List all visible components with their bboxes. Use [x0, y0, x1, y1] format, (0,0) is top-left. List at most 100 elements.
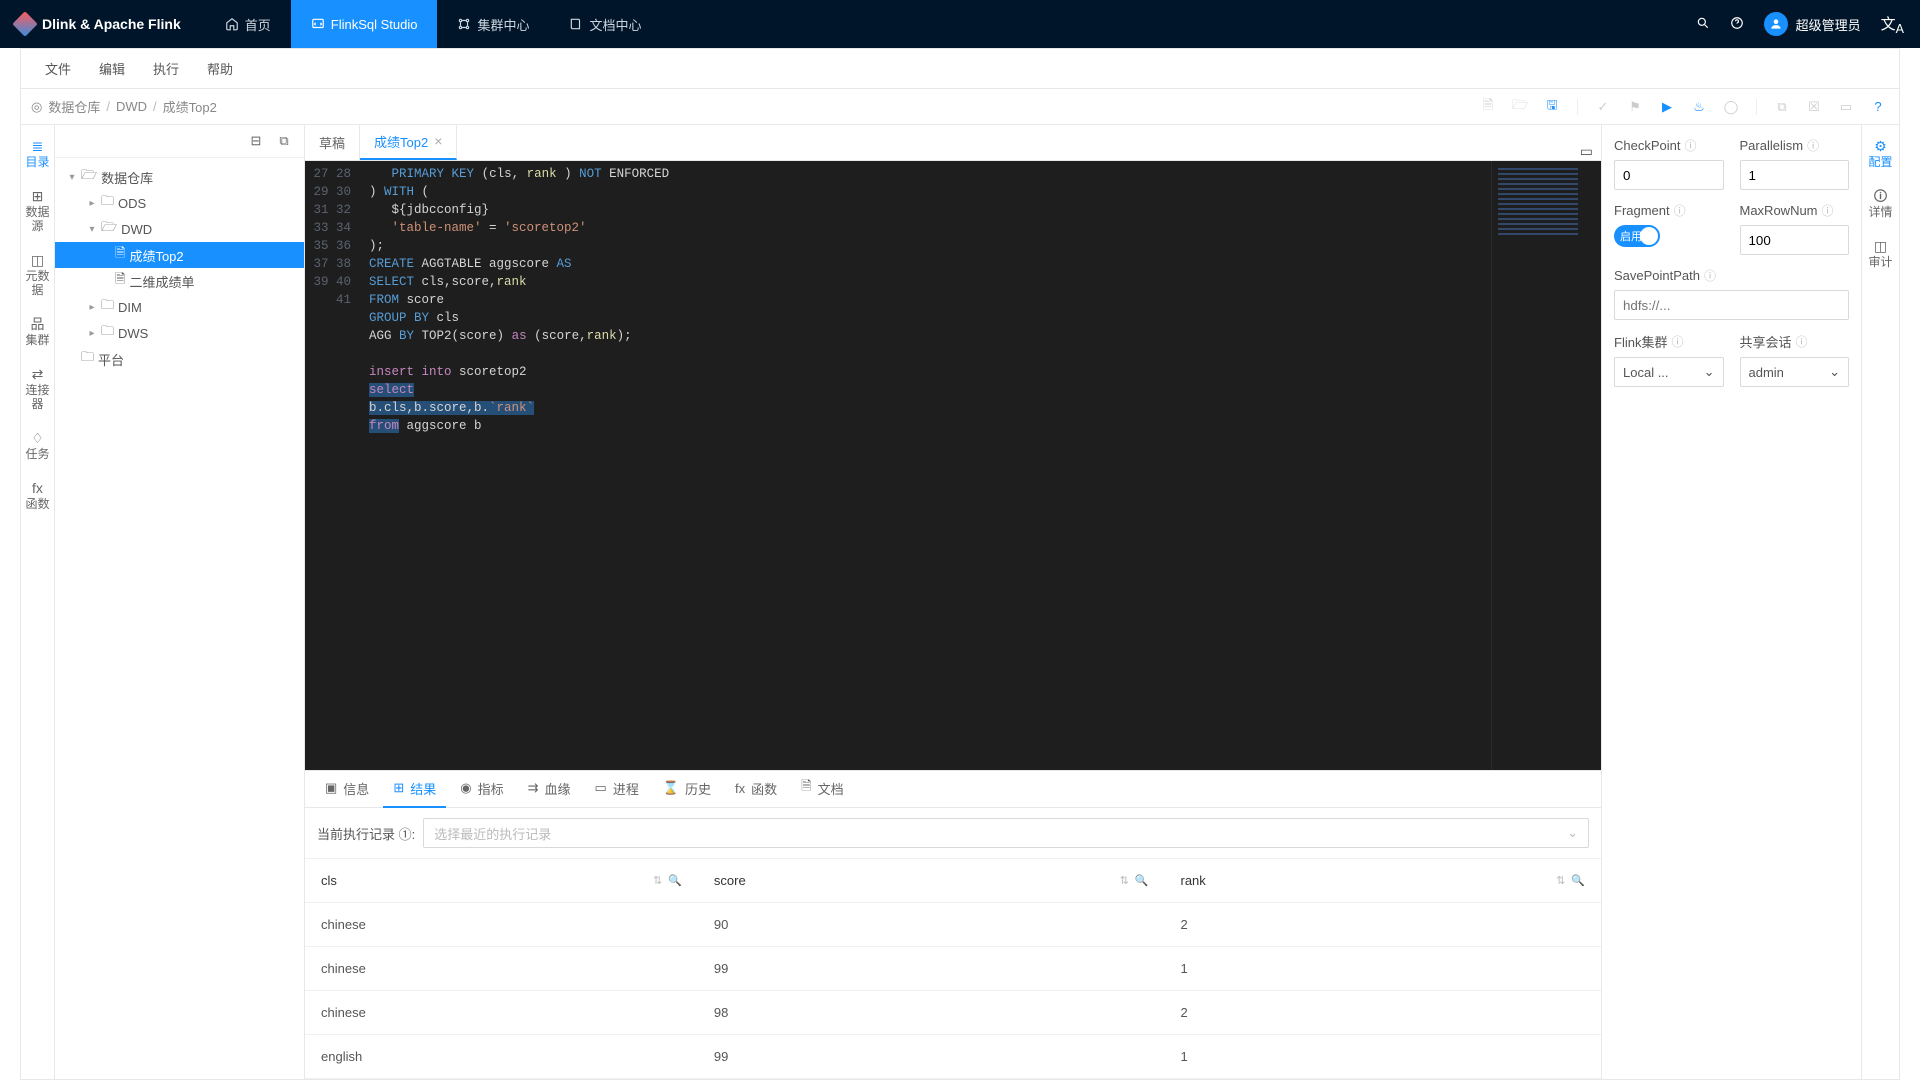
editor[interactable]: 27 28 29 30 31 32 33 34 35 36 37 38 39 4… [305, 161, 1601, 770]
sort-icon[interactable]: ⇅ [1120, 874, 1129, 887]
record-bar: 当前执行记录 ①: 选择最近的执行记录 ⌄ [305, 808, 1601, 859]
rail-func[interactable]: fx函数 [23, 475, 53, 517]
chevron-down-icon: ⌄ [1829, 364, 1840, 380]
nav-docs[interactable]: 文档中心 [549, 0, 661, 48]
btab-funcs[interactable]: fx函数 [725, 771, 787, 808]
rail-detail[interactable]: 🛈详情 [1864, 183, 1898, 225]
tree-node-dwd[interactable]: ▾🗁DWD [55, 216, 304, 242]
col-score[interactable]: score⇅🔍 [698, 859, 1165, 903]
run-icon[interactable]: ▶ [1656, 96, 1678, 118]
book-icon [569, 17, 583, 31]
nav-studio[interactable]: FlinkSql Studio [291, 0, 438, 48]
flag-icon[interactable]: ⚑ [1624, 96, 1646, 118]
tree-node-root[interactable]: ▾🗁数据仓库 [55, 164, 304, 190]
btab-metric[interactable]: ◉指标 [450, 771, 513, 808]
cfg-flink-select[interactable]: Local ...⌄ [1614, 357, 1724, 387]
record-select[interactable]: 选择最近的执行记录 ⌄ [423, 818, 1589, 848]
nav-cluster[interactable]: 集群中心 [437, 0, 549, 48]
crumb-mid[interactable]: DWD [116, 99, 147, 114]
sort-icon[interactable]: ⇅ [1556, 874, 1565, 887]
cfg-checkpoint-input[interactable] [1614, 160, 1724, 190]
chevron-down-icon: ⌄ [1704, 364, 1715, 380]
btab-history[interactable]: ⌛历史 [653, 771, 721, 808]
open-folder-icon[interactable]: 🗁 [1509, 96, 1531, 118]
code-area[interactable]: PRIMARY KEY (cls, rank ) NOT ENFORCED ) … [365, 165, 1491, 766]
tree-node-ods[interactable]: ▸🗀ODS [55, 190, 304, 216]
left-rail: ≣目录 ⊞数据源 ◫元数据 品集群 ⇄连接器 ♢任务 fx函数 [21, 125, 55, 1079]
stop-icon[interactable]: ◯ [1720, 96, 1742, 118]
language-icon[interactable]: 文A [1881, 13, 1904, 36]
line-gutter: 27 28 29 30 31 32 33 34 35 36 37 38 39 4… [305, 165, 365, 766]
menu-help[interactable]: 帮助 [195, 53, 245, 84]
flame-icon[interactable]: ♨ [1688, 96, 1710, 118]
sort-icon[interactable]: ⇅ [653, 874, 662, 887]
collapse-all-icon[interactable]: ⊟ [246, 131, 266, 151]
home-icon [225, 17, 239, 31]
tree-node-platform[interactable]: 🗀平台 [55, 346, 304, 372]
tab-draft[interactable]: 草稿 [305, 124, 360, 160]
rail-metadata[interactable]: ◫元数据 [23, 247, 53, 303]
cfg-fragment-label: Fragmentⓘ [1614, 202, 1724, 219]
tab-active[interactable]: 成绩Top2× [360, 124, 457, 160]
copy-tree-icon[interactable]: ⧉ [274, 131, 294, 151]
code-icon [311, 17, 325, 31]
rail-source[interactable]: ⊞数据源 [23, 183, 53, 239]
cfg-fragment-toggle[interactable]: 启用 [1614, 225, 1660, 247]
cfg-parallelism-label: Parallelismⓘ [1740, 137, 1850, 154]
cfg-savepoint-input[interactable] [1614, 290, 1849, 320]
new-file-icon[interactable]: 🗎 [1477, 96, 1499, 118]
rail-task[interactable]: ♢任务 [23, 425, 53, 467]
user-chip[interactable]: 超级管理员 [1764, 12, 1861, 36]
collapse-editor-icon[interactable]: ▭ [1580, 143, 1593, 160]
btab-info[interactable]: ▣信息 [315, 771, 379, 808]
table-row: chinese902 [305, 903, 1601, 947]
col-cls[interactable]: cls⇅🔍 [305, 859, 698, 903]
col-rank[interactable]: rank⇅🔍 [1165, 859, 1602, 903]
toolbar: 🗎 🗁 🖫 ✓ ⚑ ▶ ♨ ◯ ⧉ ☒ ▭ ? [1477, 96, 1889, 118]
clear-icon[interactable]: ☒ [1803, 96, 1825, 118]
help-icon[interactable] [1730, 16, 1744, 33]
btab-result[interactable]: ⊞结果 [383, 771, 446, 808]
rail-cluster[interactable]: 品集群 [23, 311, 53, 353]
bottom-tabs: ▣信息 ⊞结果 ◉指标 ⇉血缘 ▭进程 ⌛历史 fx函数 🗎文档 [305, 770, 1601, 808]
btab-doc[interactable]: 🗎文档 [791, 769, 853, 809]
cfg-savepoint-label: SavePointPathⓘ [1614, 267, 1849, 284]
brand: Dlink & Apache Flink [16, 15, 181, 33]
file-tree: ▾🗁数据仓库 ▸🗀ODS ▾🗁DWD 🗎成绩Top2 🗎二维成绩单 ▸🗀DIM … [55, 158, 304, 378]
cfg-checkpoint-label: CheckPointⓘ [1614, 137, 1724, 154]
avatar [1764, 12, 1788, 36]
top-nav: Dlink & Apache Flink 首页 FlinkSql Studio … [0, 0, 1920, 48]
filter-icon[interactable]: 🔍 [1135, 874, 1149, 887]
tree-node-trans[interactable]: 🗎二维成绩单 [55, 268, 304, 294]
cfg-maxrow-input[interactable] [1740, 225, 1850, 255]
check-icon[interactable]: ✓ [1592, 96, 1614, 118]
copy-icon[interactable]: ⧉ [1771, 96, 1793, 118]
tree-node-dim[interactable]: ▸🗀DIM [55, 294, 304, 320]
rail-connector[interactable]: ⇄连接器 [23, 361, 53, 417]
cfg-session-select[interactable]: admin⌄ [1740, 357, 1850, 387]
rail-catalog[interactable]: ≣目录 [23, 133, 53, 175]
menu-edit[interactable]: 编辑 [87, 53, 137, 84]
tree-node-dws[interactable]: ▸🗀DWS [55, 320, 304, 346]
btab-lineage[interactable]: ⇉血缘 [518, 771, 581, 808]
minimap[interactable] [1491, 161, 1601, 770]
menu-file[interactable]: 文件 [33, 53, 83, 84]
menu-run[interactable]: 执行 [141, 53, 191, 84]
close-icon[interactable]: × [434, 133, 442, 149]
cfg-flink-label: Flink集群ⓘ [1614, 332, 1724, 351]
crumb-root[interactable]: 数据仓库 [48, 97, 100, 116]
rail-audit[interactable]: ◫审计 [1864, 233, 1898, 275]
tree-node-top2[interactable]: 🗎成绩Top2 [55, 242, 304, 268]
filter-icon[interactable]: 🔍 [1571, 874, 1585, 887]
layout-icon[interactable]: ▭ [1835, 96, 1857, 118]
search-icon[interactable] [1696, 16, 1710, 33]
btab-process[interactable]: ▭进程 [585, 771, 649, 808]
nav-home[interactable]: 首页 [205, 0, 291, 48]
crumb-leaf: 成绩Top2 [163, 97, 217, 116]
filter-icon[interactable]: 🔍 [668, 874, 682, 887]
question-icon[interactable]: ? [1867, 96, 1889, 118]
cfg-parallelism-input[interactable] [1740, 160, 1850, 190]
workspace: ≣目录 ⊞数据源 ◫元数据 品集群 ⇄连接器 ♢任务 fx函数 ⊟ ⧉ ▾🗁数据… [21, 125, 1899, 1079]
save-icon[interactable]: 🖫 [1541, 96, 1563, 118]
rail-config[interactable]: ⚙配置 [1864, 133, 1898, 175]
